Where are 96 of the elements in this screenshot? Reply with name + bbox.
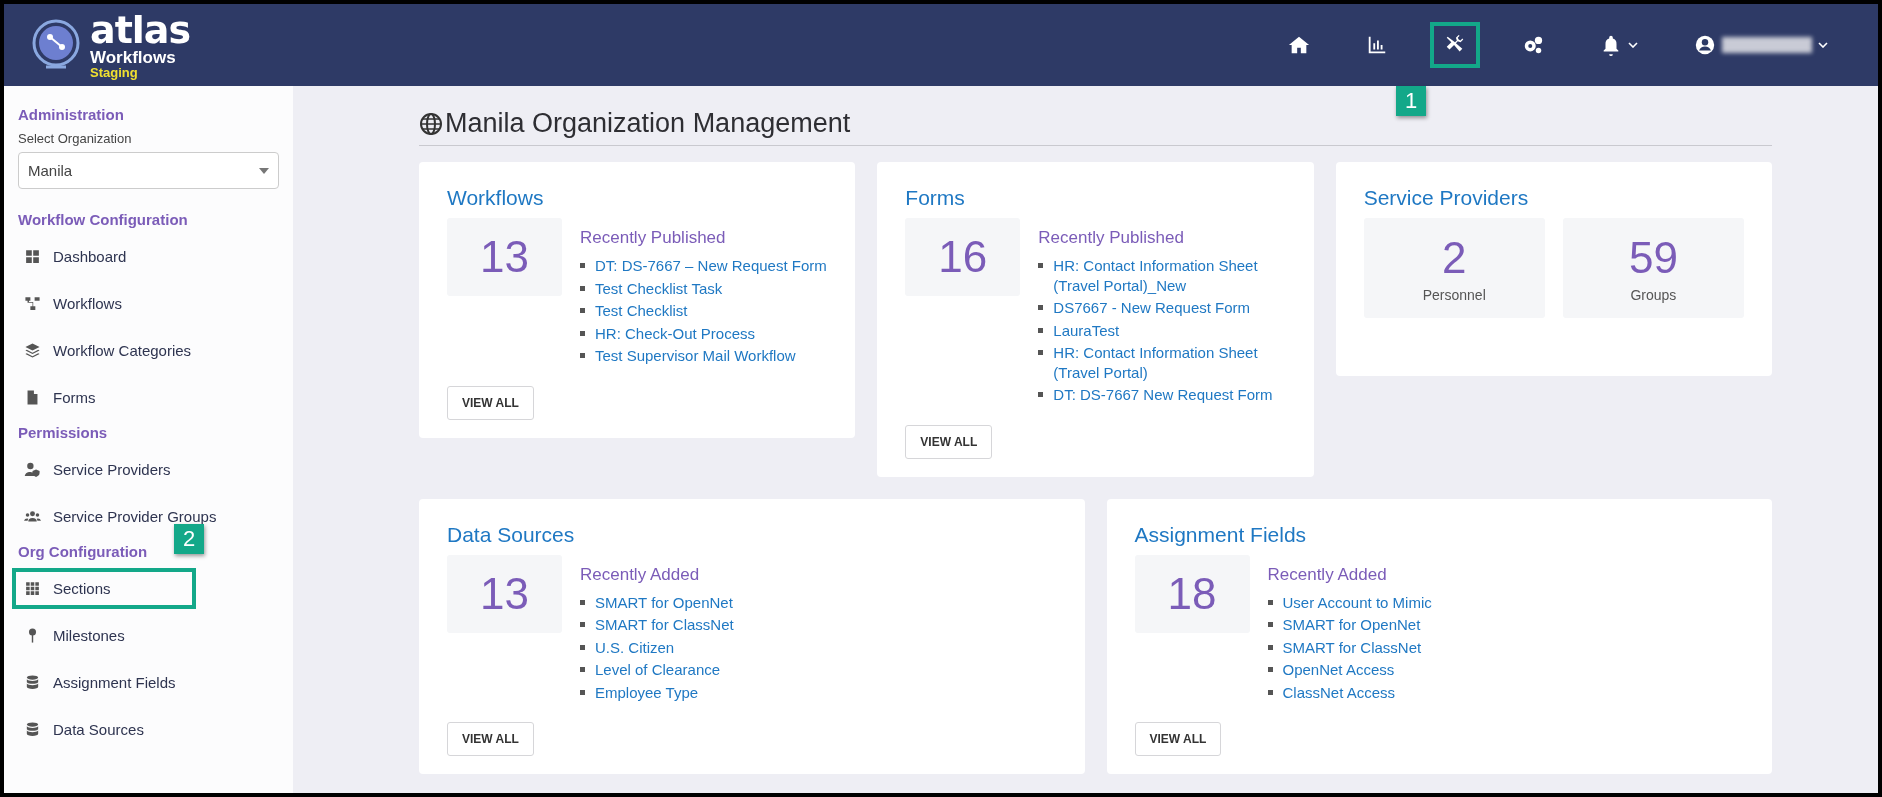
- callout-badge: 2: [174, 524, 205, 554]
- recent-link[interactable]: SMART for OpenNet: [1282, 615, 1421, 635]
- sidebar-item[interactable]: Data Sources: [12, 709, 156, 750]
- sidebar-heading: Permissions: [18, 424, 109, 441]
- view-all-button[interactable]: VIEW ALL: [1134, 722, 1222, 756]
- sidebar-heading: Org Configuration: [18, 543, 149, 560]
- stat-label: Personnel: [1422, 287, 1486, 303]
- card-title: Service Providers: [1363, 186, 1530, 210]
- bullet-icon: [1267, 622, 1273, 627]
- count-tile: 13: [447, 218, 562, 296]
- bullet-icon: [580, 599, 585, 605]
- recent-link[interactable]: Test Checklist: [595, 301, 688, 321]
- recent-link[interactable]: HR: Contact Information Sheet (Travel Portal)_New: [1053, 256, 1286, 295]
- bullet-icon: [580, 689, 585, 695]
- recent-link[interactable]: Test Supervisor Mail Workflow: [595, 346, 796, 366]
- recent-link[interactable]: SMART for ClassNet: [595, 615, 734, 635]
- sidebar-item[interactable]: Forms: [12, 377, 108, 418]
- sidebar-heading: Administration: [18, 106, 125, 123]
- bullet-icon: [1267, 644, 1273, 650]
- recent-link[interactable]: User Account to Mimic: [1282, 592, 1432, 612]
- sidebar-item[interactable]: Assignment Fields: [12, 662, 188, 703]
- home-icon: [1288, 34, 1310, 56]
- recent-link[interactable]: U.S. Citizen: [595, 637, 675, 657]
- view-all-button[interactable]: VIEW ALL: [447, 385, 534, 420]
- count-tile: 16: [905, 218, 1021, 296]
- list-heading: Recently Published: [1038, 228, 1185, 248]
- tools-nav-button[interactable]: [1430, 22, 1480, 68]
- recent-link[interactable]: SMART for ClassNet: [1282, 637, 1422, 657]
- bullet-icon: [580, 353, 585, 358]
- bullet-icon: [1038, 327, 1044, 333]
- card-title: Data Sources: [447, 522, 576, 547]
- organization-select[interactable]: Manila: [18, 152, 279, 189]
- layers-icon: [24, 342, 41, 359]
- callout-badge: 1: [1396, 86, 1427, 116]
- dashboard-icon: [24, 248, 41, 265]
- count-tile: 18: [1134, 554, 1250, 633]
- database-icon: [24, 674, 41, 691]
- user-shield-icon: [24, 461, 41, 478]
- recent-link[interactable]: Level of Clearance: [595, 660, 721, 680]
- bullet-icon: [580, 644, 585, 650]
- environment-label: Staging: [90, 66, 139, 79]
- sidebar-item[interactable]: Workflow Categories: [12, 330, 204, 371]
- globe-icon: [419, 111, 443, 136]
- view-all-button[interactable]: VIEW ALL: [447, 722, 534, 756]
- sidebar-heading: Workflow Configuration: [18, 211, 189, 228]
- stat-label: Groups: [1630, 287, 1677, 303]
- count-tile: 13: [447, 554, 562, 633]
- field-label: Select Organization: [18, 131, 133, 146]
- list-heading: Recently Added: [580, 564, 701, 585]
- database-icon: [24, 721, 41, 738]
- bullet-icon: [580, 330, 585, 336]
- bullet-icon: [580, 263, 585, 268]
- bullet-icon: [1038, 392, 1044, 397]
- logo-subtitle: Workflows: [90, 49, 177, 66]
- sidebar-item[interactable]: Workflows: [12, 283, 134, 324]
- bullet-icon: [1267, 689, 1273, 695]
- bullet-icon: [1038, 263, 1044, 268]
- recent-link[interactable]: Test Checklist Task: [595, 278, 723, 298]
- recent-link[interactable]: DT: DS-7667 – New Request Form: [595, 256, 827, 276]
- bullet-icon: [1038, 305, 1044, 310]
- sidebar-item[interactable]: Dashboard: [12, 236, 139, 277]
- sidebar-item[interactable]: Milestones: [12, 615, 137, 656]
- page-title: Manila Organization Management: [419, 108, 1772, 146]
- sidebar-item[interactable]: Service Providers: [12, 449, 183, 490]
- recent-link[interactable]: ClassNet Access: [1282, 682, 1396, 702]
- bullet-icon: [580, 285, 585, 291]
- logo-wordmark: atlas: [90, 11, 191, 49]
- gears-icon: [1522, 34, 1544, 56]
- bullet-icon: [580, 667, 585, 672]
- bullet-icon: [1267, 599, 1273, 605]
- recent-link[interactable]: HR: Check-Out Process: [595, 323, 756, 343]
- sidebar-item[interactable]: Sections: [12, 568, 196, 609]
- recent-link[interactable]: HR: Contact Information Sheet (Travel Portal): [1053, 343, 1286, 382]
- bullet-icon: [580, 622, 585, 627]
- stat-value: 59: [1628, 233, 1678, 283]
- stat-value: 2: [1442, 233, 1467, 283]
- recent-link[interactable]: Employee Type: [595, 682, 699, 702]
- recent-link[interactable]: DT: DS-7667 New Request Form: [1053, 385, 1273, 405]
- recent-link[interactable]: DS7667 - New Request Form: [1053, 298, 1251, 318]
- card-title: Forms: [905, 186, 966, 210]
- workflow-icon: [24, 295, 41, 312]
- grid-icon: [24, 580, 41, 597]
- user-avatar-icon: [1694, 34, 1716, 56]
- list-heading: Recently Added: [1267, 564, 1388, 585]
- bullet-icon: [1038, 350, 1044, 355]
- card-title: Workflows: [447, 186, 545, 210]
- recent-link[interactable]: SMART for OpenNet: [595, 592, 733, 612]
- dropdown-caret-icon: [259, 167, 269, 174]
- recent-link[interactable]: LauraTest: [1053, 320, 1120, 340]
- card-title: Assignment Fields: [1134, 522, 1308, 547]
- list-heading: Recently Published: [580, 228, 727, 248]
- recent-link[interactable]: OpenNet Access: [1282, 660, 1395, 680]
- view-all-button[interactable]: VIEW ALL: [905, 424, 993, 459]
- bar-chart-icon: [1366, 34, 1388, 56]
- bullet-icon: [580, 308, 585, 313]
- bullet-icon: [1267, 667, 1273, 672]
